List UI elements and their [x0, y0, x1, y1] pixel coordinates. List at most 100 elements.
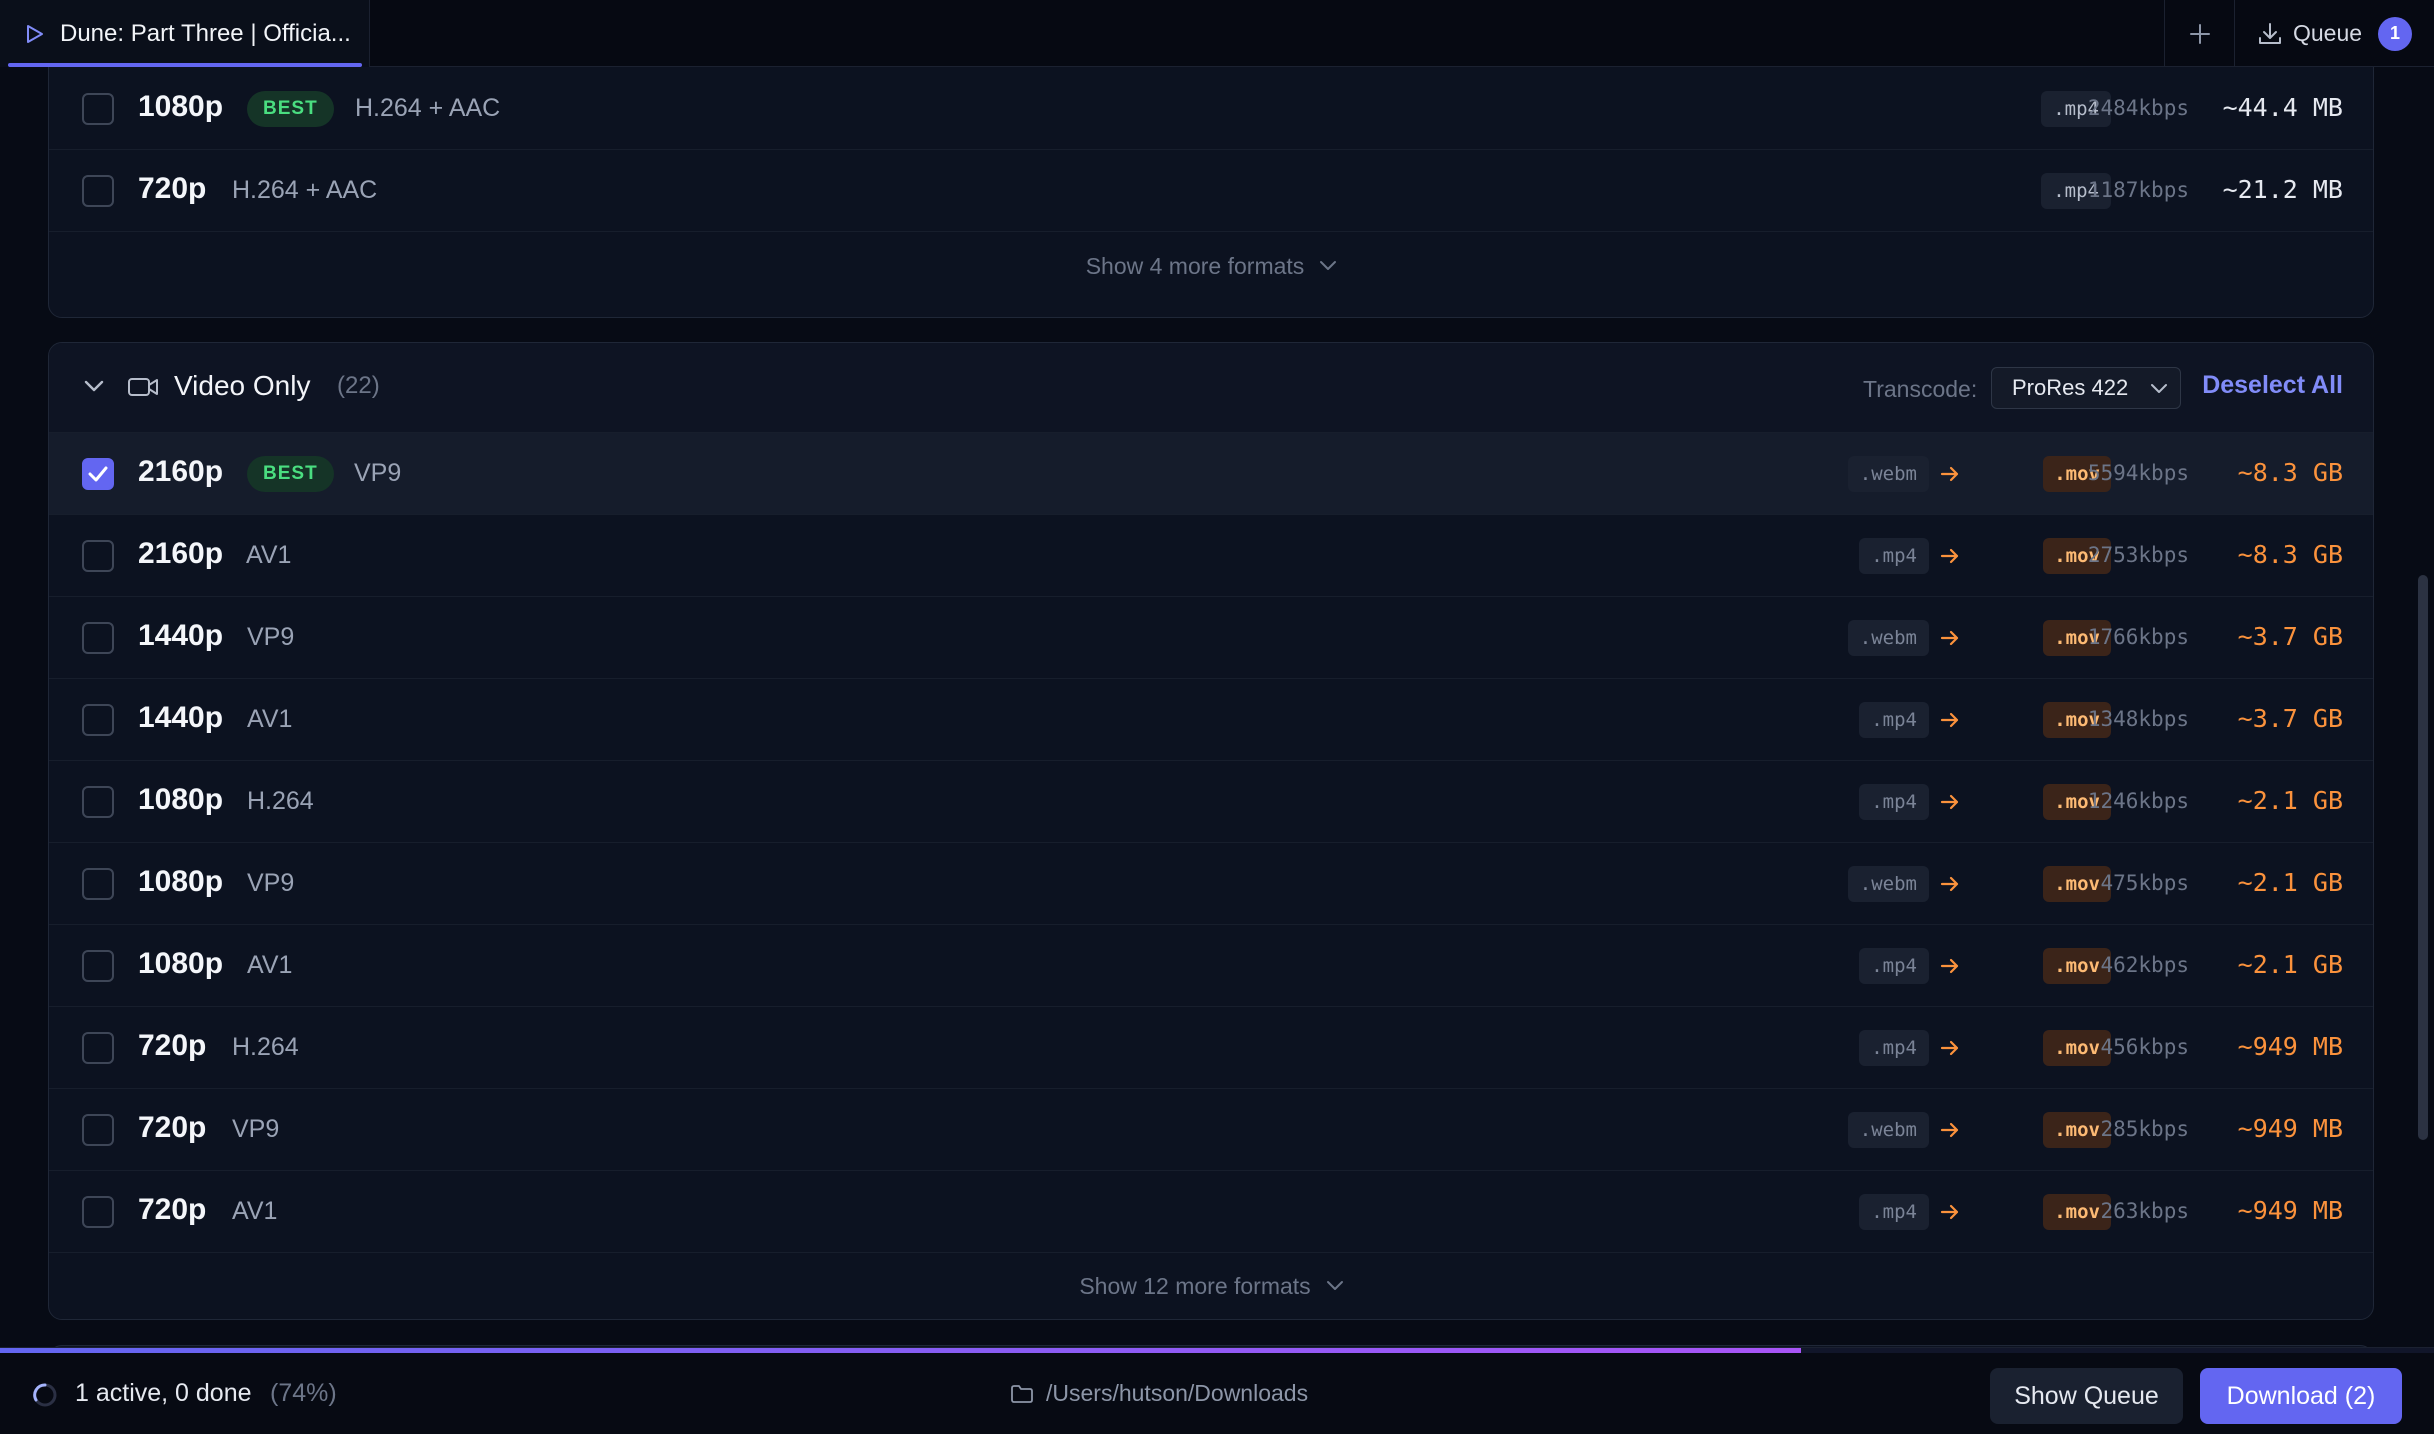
- queue-status-text: 1 active, 0 done: [75, 1379, 252, 1407]
- format-size: ~44.4 MB: [2222, 93, 2343, 122]
- top-bar: Dune: Part Three | Officia... Queue 1: [0, 0, 2434, 67]
- show-queue-button[interactable]: Show Queue: [1990, 1368, 2183, 1424]
- format-row[interactable]: 2160p BEST VP9 .webm .mov 5594kbps ~8.3 …: [49, 433, 2373, 515]
- format-size: ~8.3 GB: [2237, 540, 2343, 569]
- show-more-label: Show 4 more formats: [1085, 252, 1305, 279]
- show-more-formats-button[interactable]: Show 12 more formats: [49, 1253, 2373, 1319]
- video-only-header: Video Only (22) Transcode: ProRes 422 De…: [49, 343, 2373, 433]
- format-codec: AV1: [247, 705, 293, 733]
- format-row[interactable]: 1080p VP9 .webm .mov 475kbps ~2.1 GB: [49, 843, 2373, 925]
- format-codec: VP9: [354, 459, 402, 487]
- arrow-right-icon: [1940, 712, 1959, 728]
- download-icon: [2259, 22, 2281, 44]
- format-resolution: 720p: [138, 172, 207, 205]
- format-checkbox[interactable]: [82, 786, 114, 818]
- queue-count-badge: 1: [2378, 16, 2412, 51]
- format-checkbox[interactable]: [82, 622, 114, 654]
- format-size: ~2.1 GB: [2237, 950, 2343, 979]
- folder-icon: [1011, 1384, 1033, 1403]
- format-bitrate: 1348kbps: [2087, 707, 2189, 731]
- download-path[interactable]: /Users/hutson/Downloads: [1010, 1380, 1308, 1407]
- arrow-right-icon: [1940, 466, 1959, 482]
- video-only-group: Video Only (22) Transcode: ProRes 422 De…: [48, 342, 2374, 1320]
- source-extension: .mp4: [1859, 538, 1929, 574]
- progress-track: [0, 1348, 2434, 1353]
- format-codec: VP9: [247, 623, 295, 651]
- combined-formats-group: 1080p BEST H.264 + AAC .mp4 2484kbps ~44…: [48, 67, 2374, 318]
- format-bitrate: 462kbps: [2100, 953, 2189, 977]
- video-camera-icon: [128, 378, 158, 396]
- arrow-right-icon: [1940, 958, 1959, 974]
- format-row[interactable]: 1080p H.264 .mp4 .mov 1246kbps ~2.1 GB: [49, 761, 2373, 843]
- play-icon: [27, 24, 43, 43]
- format-row[interactable]: 720p VP9 .webm .mov 285kbps ~949 MB: [49, 1089, 2373, 1171]
- format-row[interactable]: 1440p VP9 .webm .mov 1766kbps ~3.7 GB: [49, 597, 2373, 679]
- format-bitrate: 5594kbps: [2087, 461, 2189, 485]
- format-row[interactable]: 720p H.264 .mp4 .mov 456kbps ~949 MB: [49, 1007, 2373, 1089]
- format-codec: VP9: [232, 1115, 280, 1143]
- format-resolution: 1080p: [138, 90, 224, 123]
- format-codec: H.264 + AAC: [232, 176, 378, 204]
- source-extension: .webm: [1847, 1112, 1929, 1148]
- chevron-down-icon[interactable]: [83, 379, 105, 393]
- tab-video[interactable]: Dune: Part Three | Officia...: [0, 0, 370, 67]
- format-resolution: 1440p: [138, 701, 224, 734]
- format-row[interactable]: 1080p BEST H.264 + AAC .mp4 2484kbps ~44…: [49, 68, 2373, 150]
- check-icon: [88, 466, 108, 482]
- transcode-select[interactable]: ProRes 422: [1991, 367, 2181, 409]
- chevron-down-icon: [1326, 1281, 1343, 1290]
- bottom-status-bar: 1 active, 0 done (74%) /Users/hutson/Dow…: [0, 1347, 2434, 1434]
- chevron-down-icon: [2151, 384, 2167, 393]
- scrollbar-thumb[interactable]: [2418, 575, 2428, 1140]
- show-more-label: Show 12 more formats: [1079, 1272, 1311, 1299]
- format-checkbox[interactable]: [82, 458, 114, 490]
- progress-fill: [0, 1348, 1802, 1353]
- format-checkbox[interactable]: [82, 704, 114, 736]
- format-resolution: 1080p: [138, 947, 224, 980]
- format-checkbox[interactable]: [82, 1032, 114, 1064]
- format-resolution: 2160p: [138, 537, 224, 570]
- format-bitrate: 1246kbps: [2087, 789, 2189, 813]
- format-checkbox[interactable]: [82, 1114, 114, 1146]
- arrow-right-icon: [1940, 1122, 1959, 1138]
- formats-scroll-area[interactable]: 1080p BEST H.264 + AAC .mp4 2484kbps ~44…: [0, 67, 2434, 1347]
- source-extension: .webm: [1847, 456, 1929, 492]
- format-size: ~2.1 GB: [2237, 786, 2343, 815]
- deselect-all-button[interactable]: Deselect All: [2202, 371, 2343, 400]
- format-checkbox[interactable]: [82, 950, 114, 982]
- format-checkbox[interactable]: [82, 540, 114, 572]
- download-path-text: /Users/hutson/Downloads: [1046, 1380, 1309, 1406]
- format-bitrate: 263kbps: [2100, 1199, 2189, 1223]
- format-codec: AV1: [246, 541, 292, 569]
- queue-status-percent: (74%): [270, 1379, 337, 1407]
- format-row[interactable]: 720p H.264 + AAC .mp4 1187kbps ~21.2 MB: [49, 150, 2373, 232]
- format-checkbox[interactable]: [82, 1196, 114, 1228]
- group-title: Video Only: [174, 370, 311, 401]
- source-extension: .webm: [1847, 620, 1929, 656]
- source-extension: .mp4: [1859, 702, 1929, 738]
- new-tab-button[interactable]: [2164, 0, 2234, 67]
- format-row[interactable]: 1440p AV1 .mp4 .mov 1348kbps ~3.7 GB: [49, 679, 2373, 761]
- format-codec: H.264 + AAC: [355, 94, 501, 122]
- transcode-value: ProRes 422: [2012, 375, 2129, 400]
- format-size: ~8.3 GB: [2237, 458, 2343, 487]
- queue-button[interactable]: Queue 1: [2234, 0, 2434, 67]
- format-resolution: 2160p: [138, 455, 224, 488]
- chevron-down-icon: [1320, 261, 1337, 270]
- format-resolution: 1080p: [138, 783, 224, 816]
- format-checkbox[interactable]: [82, 868, 114, 900]
- format-resolution: 1080p: [138, 865, 224, 898]
- format-bitrate: 1766kbps: [2087, 625, 2189, 649]
- source-extension: .mp4: [1859, 1194, 1929, 1230]
- format-row[interactable]: 2160p AV1 .mp4 .mov 2753kbps ~8.3 GB: [49, 515, 2373, 597]
- show-more-formats-button[interactable]: Show 4 more formats: [49, 233, 2373, 299]
- source-extension: .mp4: [1859, 948, 1929, 984]
- arrow-right-icon: [1940, 548, 1959, 564]
- arrow-right-icon: [1940, 876, 1959, 892]
- format-row[interactable]: 1080p AV1 .mp4 .mov 462kbps ~2.1 GB: [49, 925, 2373, 1007]
- format-row[interactable]: 720p AV1 .mp4 .mov 263kbps ~949 MB: [49, 1171, 2373, 1253]
- format-checkbox[interactable]: [82, 93, 114, 125]
- download-button[interactable]: Download (2): [2200, 1368, 2402, 1424]
- queue-label: Queue: [2292, 20, 2363, 46]
- format-checkbox[interactable]: [82, 175, 114, 207]
